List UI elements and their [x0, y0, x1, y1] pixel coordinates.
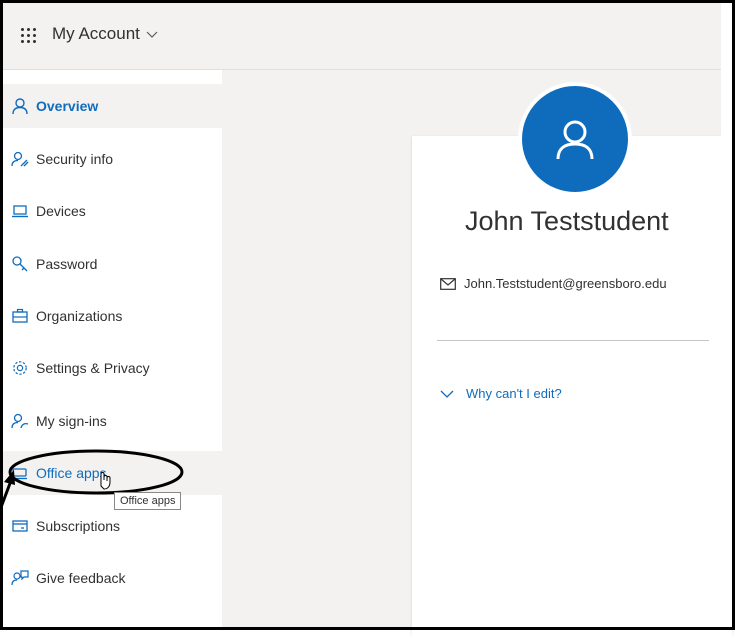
- sidebar-item-subscriptions[interactable]: Subscriptions: [0, 504, 222, 548]
- sidebar-item-label: Password: [36, 256, 98, 272]
- person-sign-in-icon: [10, 411, 30, 431]
- sidebar-nav: Overview Security info Devices Password …: [0, 70, 222, 630]
- sidebar-item-label: Overview: [36, 98, 99, 114]
- sidebar-item-label: Security info: [36, 151, 114, 167]
- avatar: [518, 82, 632, 196]
- office-apps-icon: [10, 463, 30, 483]
- mail-icon: [440, 277, 456, 290]
- chevron-down-icon: [146, 31, 158, 38]
- feedback-icon: [10, 568, 30, 588]
- sidebar-item-label: Office apps: [36, 465, 107, 481]
- sidebar-item-label: Devices: [36, 203, 86, 219]
- sidebar-item-label: Give feedback: [36, 570, 126, 586]
- user-email: John.Teststudent@greensboro.edu: [464, 276, 667, 291]
- laptop-icon: [10, 201, 30, 221]
- sidebar-item-my-sign-ins[interactable]: My sign-ins: [0, 399, 222, 443]
- chevron-down-icon: [440, 390, 454, 398]
- app-title-menu[interactable]: My Account: [52, 24, 158, 44]
- sidebar-item-organizations[interactable]: Organizations: [0, 294, 222, 338]
- gear-icon: [10, 358, 30, 378]
- sidebar-item-label: My sign-ins: [36, 413, 107, 429]
- key-icon: [10, 254, 30, 274]
- sidebar-item-label: Settings & Privacy: [36, 360, 150, 376]
- sidebar-item-office-apps[interactable]: Office apps: [0, 451, 222, 495]
- email-row: John.Teststudent@greensboro.edu: [440, 276, 667, 291]
- person-icon: [556, 120, 594, 160]
- user-display-name: John Teststudent: [465, 206, 669, 236]
- sidebar-item-overview[interactable]: Overview: [0, 84, 222, 128]
- briefcase-icon: [10, 306, 30, 326]
- sidebar-item-give-feedback[interactable]: Give feedback: [0, 556, 222, 600]
- right-edge-gap: [721, 0, 735, 630]
- main-content-area: [222, 70, 732, 636]
- why-cant-i-edit-label: Why can't I edit?: [466, 386, 562, 401]
- divider: [437, 340, 709, 341]
- sidebar-item-devices[interactable]: Devices: [0, 189, 222, 233]
- person-key-icon: [10, 149, 30, 169]
- card-icon: [10, 516, 30, 536]
- top-header-bar: My Account: [0, 0, 721, 70]
- sidebar-item-password[interactable]: Password: [0, 242, 222, 286]
- sidebar-item-label: Organizations: [36, 308, 123, 324]
- office-apps-tooltip: Office apps: [114, 492, 182, 510]
- why-cant-i-edit-link[interactable]: Why can't I edit?: [440, 386, 562, 401]
- sidebar-item-settings-privacy[interactable]: Settings & Privacy: [0, 346, 222, 390]
- person-icon: [10, 96, 30, 116]
- sidebar-item-label: Subscriptions: [36, 518, 121, 534]
- waffle-grid-icon[interactable]: [20, 27, 36, 43]
- app-title-text: My Account: [52, 24, 140, 43]
- sidebar-item-security-info[interactable]: Security info: [0, 137, 222, 181]
